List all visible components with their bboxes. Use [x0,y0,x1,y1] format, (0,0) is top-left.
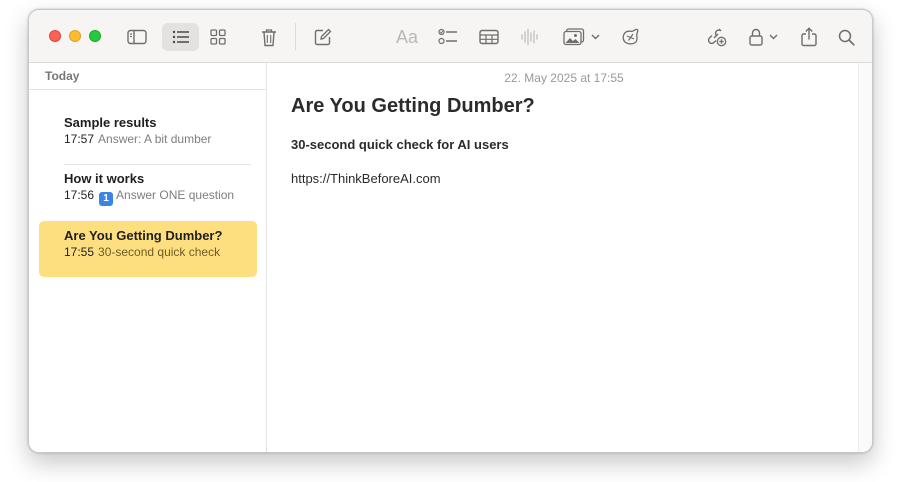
note-time: 17:56 [64,188,95,202]
note-title: Sample results [64,115,157,130]
note-subline: 17:56 1 Answer ONE question [64,188,244,206]
search-button[interactable] [832,23,860,51]
notes-list-sidebar: Today Sample results 17:57 Answer: A bit … [29,63,267,452]
list-view-button[interactable] [162,23,199,51]
collaborate-button[interactable] [702,23,730,51]
note-title: Are You Getting Dumber? [64,228,223,243]
audio-waveform-icon [521,28,538,46]
note-editor[interactable]: 22. May 2025 at 17:55 Are You Getting Du… [268,63,858,452]
gallery-view-icon [210,29,226,45]
audio-button[interactable] [516,23,544,51]
note-subheading[interactable]: 30-second quick check for AI users [291,137,509,152]
section-header-today: Today [45,69,80,83]
gallery-view-button[interactable] [204,23,232,51]
note-time: 17:57 [64,132,95,146]
format-button[interactable]: Aa [393,23,421,51]
note-date: 22. May 2025 at 17:55 [504,71,624,85]
note-subline: 17:57 Answer: A bit dumber [64,132,244,146]
note-subline: 17:55 30-second quick check [64,245,244,259]
table-icon [479,29,499,45]
link-note-icon [622,28,639,45]
list-view-icon [172,30,189,44]
note-list-item-selected[interactable]: Are You Getting Dumber? 17:55 30-second q… [39,221,257,277]
minimize-window-button[interactable] [69,30,81,42]
note-preview: Answer ONE question [116,188,235,202]
note-link[interactable]: https://ThinkBeforeAI.com [291,171,441,186]
toggle-sidebar-button[interactable] [123,23,151,51]
note-time: 17:55 [64,245,95,259]
media-button[interactable] [559,23,603,51]
editor-scrollbar[interactable] [858,63,872,452]
note-heading[interactable]: Are You Getting Dumber? [291,95,535,118]
search-icon [838,29,855,46]
note-list-item[interactable]: How it works 17:56 1 Answer ONE question [39,164,257,220]
media-icon [562,28,584,46]
notes-window: Aa Today Sample results 17:57 Answer: A … [28,9,873,453]
note-preview: Answer: A bit dumber [98,132,212,146]
lock-note-button[interactable] [745,23,781,51]
format-text-icon: Aa [395,26,419,47]
note-preview: 30-second quick check [98,245,221,259]
share-icon [801,27,817,47]
trash-icon [262,28,276,46]
collaborate-icon [707,28,727,47]
sidebar-toggle-icon [127,29,147,45]
toolbar: Aa [29,10,872,63]
table-button[interactable] [475,23,503,51]
chevron-down-icon [769,34,777,40]
new-note-button[interactable] [309,23,337,51]
number-one-badge-icon: 1 [99,192,114,206]
checklist-icon [438,28,457,45]
zoom-window-button[interactable] [89,30,101,42]
lock-icon [748,28,763,46]
toolbar-divider [295,23,296,50]
note-title: How it works [64,171,145,186]
compose-icon [314,28,332,46]
link-note-button[interactable] [617,23,645,51]
checklist-button[interactable] [434,23,462,51]
section-divider [29,89,266,90]
note-list-item[interactable]: Sample results 17:57 Answer: A bit dumber [39,108,257,164]
close-window-button[interactable] [49,30,61,42]
delete-note-button[interactable] [255,23,283,51]
share-button[interactable] [795,23,823,51]
chevron-down-icon [591,34,599,40]
